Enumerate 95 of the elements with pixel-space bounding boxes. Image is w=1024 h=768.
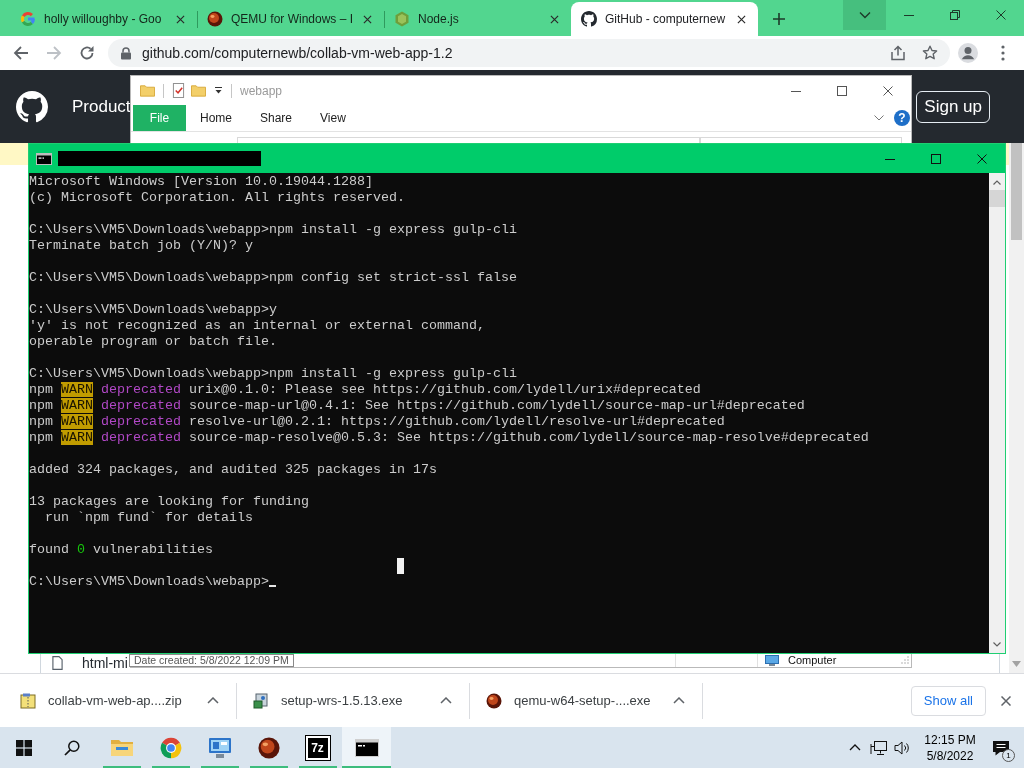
terminal-line: npm WARN deprecated resolve-url@0.2.1: https://github.com/lydell/resolve-url#deprecated xyxy=(29,414,725,429)
g-logo-icon xyxy=(20,11,36,27)
close-icon[interactable] xyxy=(176,14,185,24)
address-bar[interactable]: github.com/computernewb/collab-vm-web-app-1.2 xyxy=(108,39,950,67)
resize-grip-icon[interactable] xyxy=(901,656,909,664)
terminal-line: run `npm fund` for details xyxy=(44,510,253,525)
file-name-link[interactable]: html-mi xyxy=(82,654,128,671)
scrollbar-track[interactable] xyxy=(989,173,1005,653)
plus-icon[interactable] xyxy=(772,12,786,26)
close-icon[interactable] xyxy=(550,14,559,24)
nav-link[interactable]: Product xyxy=(72,96,131,117)
ball-logo-icon xyxy=(486,692,502,709)
search-icon[interactable] xyxy=(64,739,80,756)
terminal-line: C:\Users\VM5\Downloads\webapp>npm install -g express gulp-cli xyxy=(29,222,517,237)
scroll-down-icon[interactable] xyxy=(993,642,1001,647)
chevron-down-icon[interactable] xyxy=(874,115,884,121)
back-arrow-icon[interactable] xyxy=(13,45,29,61)
browser-tab[interactable]: QEMU for Windows – I xyxy=(197,2,384,36)
download-item[interactable]: collab-vm-web-ap....zip xyxy=(4,682,237,719)
chevron-up-icon[interactable] xyxy=(673,697,685,704)
terminal-line: (c) Microsoft Corporation. All rights reserved. xyxy=(29,190,405,205)
terminal-line: operable program or batch file. xyxy=(29,334,277,349)
zip-file-icon xyxy=(20,692,36,709)
scrollbar-track[interactable] xyxy=(1009,143,1024,673)
monitor-app-icon xyxy=(207,736,232,759)
terminal-line: C:\Users\VM5\Downloads\webapp>npm config set strict-ssl false xyxy=(29,270,517,285)
terminal-line: Microsoft Windows [Version 10.0.19044.1288] xyxy=(29,174,373,189)
installer-icon xyxy=(253,692,269,709)
star-icon[interactable] xyxy=(922,45,938,61)
menu-icon[interactable] xyxy=(1001,45,1005,61)
sign-up-button[interactable]: Sign up xyxy=(916,90,990,123)
tooltip: Date created: 5/8/2022 12:09 PM xyxy=(129,654,294,667)
file-icon xyxy=(52,655,63,670)
computer-icon xyxy=(765,654,779,666)
terminal-line: C:\Users\VM5\Downloads\webapp> xyxy=(29,574,269,589)
block-cursor-icon xyxy=(397,558,404,574)
terminal-line: 'y' is not recognized as an internal or external command, xyxy=(29,318,485,333)
clock-date[interactable]: 5/8/2022 xyxy=(926,747,974,764)
properties-icon[interactable] xyxy=(172,83,185,98)
terminal-line: npm WARN deprecated source-map-url@0.4.1: See https://github.com/lydell/source-map-url#deprecated xyxy=(29,398,805,413)
browser-tab[interactable]: holly willoughby - Goo xyxy=(10,2,197,36)
share-icon[interactable] xyxy=(890,45,906,61)
show-all-button[interactable]: Show all xyxy=(910,685,986,716)
lock-icon[interactable] xyxy=(120,46,132,60)
browser-tab[interactable]: Node.js xyxy=(384,2,571,36)
terminal-line: found 0 vulnerabilities xyxy=(29,542,213,557)
location-label[interactable]: Computer xyxy=(788,653,837,667)
window-title: webapp xyxy=(240,83,283,98)
browser-tab[interactable]: GitHub - computernew xyxy=(571,2,758,36)
close-icon[interactable] xyxy=(883,85,893,96)
close-icon[interactable] xyxy=(737,14,746,24)
console-icon[interactable] xyxy=(36,152,52,165)
terminal-line: C:\Users\VM5\Downloads\webapp>npm install -g express gulp-cli xyxy=(29,366,517,381)
windows-logo-icon[interactable] xyxy=(16,739,32,756)
chevron-up-icon[interactable] xyxy=(440,697,452,704)
terminal-line: added 324 packages, and audited 325 packages in 17s xyxy=(29,462,437,477)
terminal-line: 13 packages are looking for funding xyxy=(29,494,309,509)
chevron-up-icon[interactable] xyxy=(207,697,219,704)
terminal-line: npm WARN deprecated urix@0.1.0: Please see https://github.com/lydell/urix#deprecated xyxy=(29,382,701,397)
terminal-line: Terminate batch job (Y/N)? y xyxy=(29,238,253,253)
maximize-icon[interactable] xyxy=(931,153,941,164)
ribbon-tab[interactable]: View xyxy=(306,105,360,131)
scrollbar-thumb[interactable] xyxy=(1011,143,1022,240)
terminal-line: npm WARN deprecated source-map-resolve@0.5.3: See https://github.com/lydell/source-map-resolve#deprecated xyxy=(29,430,869,445)
close-icon[interactable] xyxy=(363,14,372,24)
restore-icon[interactable] xyxy=(950,10,960,20)
download-item[interactable]: qemu-w64-setup-....exe xyxy=(470,682,703,719)
scroll-up-icon[interactable] xyxy=(993,180,1001,185)
console-icon xyxy=(354,736,379,759)
terminal-line: C:\Users\VM5\Downloads\webapp>y xyxy=(29,302,277,317)
download-item[interactable]: setup-wrs-1.5.13.exe xyxy=(237,682,470,719)
ribbon-tab[interactable]: Share xyxy=(246,105,307,131)
maximize-icon[interactable] xyxy=(837,85,847,96)
profile-avatar-icon[interactable] xyxy=(958,43,978,63)
network-icon[interactable] xyxy=(870,739,888,756)
ball-logo-icon xyxy=(256,736,281,759)
chevron-down-icon xyxy=(858,11,871,19)
ball-logo-icon xyxy=(207,11,223,27)
cat-logo-icon[interactable] xyxy=(16,90,48,123)
taskbar-button[interactable] xyxy=(342,727,391,768)
scrollbar-thumb[interactable] xyxy=(989,190,1005,207)
ribbon-tab[interactable]: Home xyxy=(186,105,246,131)
close-icon[interactable] xyxy=(977,153,987,164)
help-button[interactable]: ? xyxy=(894,110,910,126)
cat-logo-icon xyxy=(581,11,597,27)
clock-time[interactable]: 12:15 PM xyxy=(924,731,976,748)
reload-icon[interactable] xyxy=(79,45,95,61)
chevron-up-icon[interactable] xyxy=(849,744,861,751)
volume-icon[interactable] xyxy=(894,740,910,755)
hexagon-logo-icon xyxy=(394,11,410,27)
close-icon[interactable] xyxy=(1001,695,1011,706)
notification-icon[interactable] xyxy=(992,739,1010,756)
close-icon[interactable] xyxy=(996,10,1006,20)
dropdown-arrow-icon[interactable] xyxy=(214,86,223,95)
chrome-logo-icon xyxy=(158,736,183,759)
